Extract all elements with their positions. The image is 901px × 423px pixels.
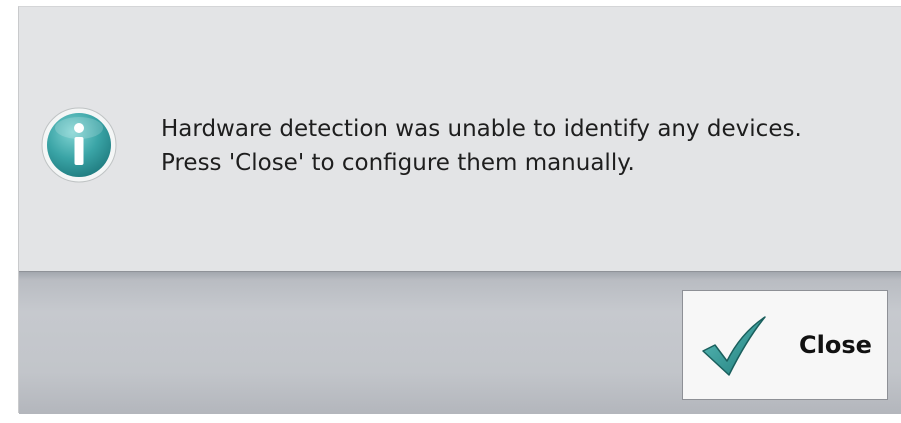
- button-bar: Close: [19, 271, 901, 414]
- close-button-label: Close: [799, 331, 872, 359]
- message-line-2: Press 'Close' to configure them manually…: [161, 150, 635, 176]
- checkmark-icon: [702, 316, 766, 376]
- message-area: Hardware detection was unable to identif…: [19, 7, 901, 271]
- close-button[interactable]: Close: [682, 290, 888, 400]
- hardware-detection-dialog: Hardware detection was unable to identif…: [18, 6, 901, 414]
- message-line-1: Hardware detection was unable to identif…: [161, 116, 802, 142]
- message-text: Hardware detection was unable to identif…: [161, 112, 802, 180]
- info-icon: [41, 107, 117, 183]
